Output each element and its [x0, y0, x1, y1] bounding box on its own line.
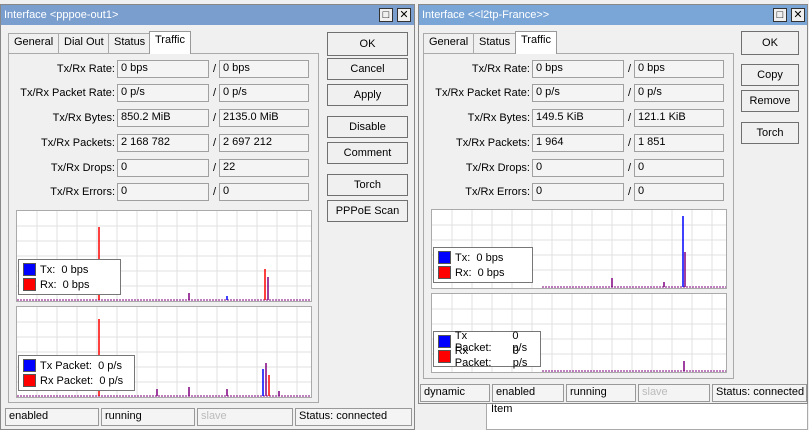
packet-graph: Tx Packet: 0 p/s Rx Packet: 0 p/s: [431, 293, 727, 373]
close-icon[interactable]: ✕: [397, 8, 411, 22]
row-label: Tx/Rx Errors:: [465, 186, 530, 198]
tab-traffic[interactable]: Traffic: [149, 31, 191, 54]
tx-packet-rate-field[interactable]: 0 p/s: [532, 84, 624, 102]
rx-packet-color-swatch: [438, 350, 451, 363]
cancel-button[interactable]: Cancel: [327, 58, 408, 80]
tx-errors-field[interactable]: 0: [117, 183, 209, 201]
graph-legend: Tx Packet: 0 p/s Rx Packet: 0 p/s: [433, 330, 541, 369]
torch-button[interactable]: Torch: [327, 174, 408, 196]
disable-button[interactable]: Disable: [327, 116, 408, 138]
rx-packets-field[interactable]: 1 851: [634, 134, 724, 152]
row-label: Tx/Rx Bytes:: [52, 112, 115, 124]
tx-drops-field[interactable]: 0: [532, 159, 624, 177]
status-slave: slave: [197, 408, 293, 426]
tx-packet-color-swatch: [438, 335, 451, 348]
interface-window-pppoe: Interface <pppoe-out1> □ ✕ General Dial …: [0, 4, 415, 430]
comment-button[interactable]: Comment: [327, 142, 408, 164]
tx-rate-field[interactable]: 0 bps: [117, 60, 209, 78]
row-label: Tx/Rx Bytes:: [467, 112, 530, 124]
status-enabled: enabled: [492, 384, 564, 402]
window-title: Interface <<l2tp-France>>: [422, 9, 550, 21]
rx-bytes-field[interactable]: 121.1 KiB: [634, 109, 724, 127]
packet-graph: Tx Packet: 0 p/s Rx Packet: 0 p/s: [16, 306, 312, 398]
row-label: Tx/Rx Packets:: [41, 137, 115, 149]
tx-bytes-field[interactable]: 850.2 MiB: [117, 109, 209, 127]
traffic-graph: Tx: 0 bps Rx: 0 bps: [431, 209, 727, 289]
tx-color-swatch: [23, 263, 36, 276]
status-running: running: [101, 408, 195, 426]
status-connected: Status: connected: [712, 384, 807, 402]
status-slave: slave: [638, 384, 710, 402]
tab-status[interactable]: Status: [473, 33, 517, 53]
rx-packet-color-swatch: [23, 374, 36, 387]
background-list-item: Item: [486, 400, 808, 430]
ok-button[interactable]: OK: [741, 31, 799, 55]
rx-packet-rate-field[interactable]: 0 p/s: [219, 84, 309, 102]
tab-traffic[interactable]: Traffic: [515, 31, 557, 54]
rx-errors-field[interactable]: 0: [634, 183, 724, 201]
traffic-panel: Tx/Rx Rate: 0 bps / 0 bps Tx/Rx Packet R…: [423, 53, 734, 379]
rx-packets-field[interactable]: 2 697 212: [219, 134, 309, 152]
row-label: Tx/Rx Drops:: [465, 162, 530, 174]
tab-dial-out[interactable]: Dial Out: [58, 33, 110, 53]
tab-status[interactable]: Status: [108, 33, 152, 53]
torch-button[interactable]: Torch: [741, 122, 799, 144]
window-titlebar[interactable]: Interface <<l2tp-France>>: [419, 5, 807, 25]
status-connected: Status: connected: [295, 408, 412, 426]
remove-button[interactable]: Remove: [741, 90, 799, 112]
tx-packet-color-swatch: [23, 359, 36, 372]
row-label: Tx/Rx Packet Rate:: [20, 87, 115, 99]
tx-packets-field[interactable]: 2 168 782: [117, 134, 209, 152]
status-running: running: [566, 384, 636, 402]
tx-packet-rate-field[interactable]: 0 p/s: [117, 84, 209, 102]
rx-color-swatch: [23, 278, 36, 291]
tx-bytes-field[interactable]: 149.5 KiB: [532, 109, 624, 127]
ok-button[interactable]: OK: [327, 32, 408, 56]
graph-legend: Tx: 0 bps Rx: 0 bps: [18, 259, 121, 295]
apply-button[interactable]: Apply: [327, 84, 408, 106]
rx-rate-field[interactable]: 0 bps: [219, 60, 309, 78]
status-dynamic: dynamic: [420, 384, 490, 402]
traffic-panel: Tx/Rx Rate: 0 bps / 0 bps Tx/Rx Packet R…: [8, 53, 319, 403]
rx-packet-rate-field[interactable]: 0 p/s: [634, 84, 724, 102]
rx-drops-field[interactable]: 22: [219, 159, 309, 177]
row-label: Tx/Rx Errors:: [50, 186, 115, 198]
rx-drops-field[interactable]: 0: [634, 159, 724, 177]
maximize-icon[interactable]: □: [379, 8, 393, 22]
tx-packets-field[interactable]: 1 964: [532, 134, 624, 152]
interface-window-l2tp: Interface <<l2tp-France>> □ ✕ General St…: [418, 4, 808, 404]
row-label: Tx/Rx Drops:: [50, 162, 115, 174]
window-titlebar[interactable]: Interface <pppoe-out1>: [1, 5, 414, 25]
rx-rate-field[interactable]: 0 bps: [634, 60, 724, 78]
tx-rate-field[interactable]: 0 bps: [532, 60, 624, 78]
window-title: Interface <pppoe-out1>: [4, 9, 119, 21]
rx-bytes-field[interactable]: 2135.0 MiB: [219, 109, 309, 127]
tx-errors-field[interactable]: 0: [532, 183, 624, 201]
row-label: Tx/Rx Rate:: [471, 63, 530, 75]
graph-legend: Tx Packet: 0 p/s Rx Packet: 0 p/s: [18, 355, 135, 391]
traffic-graph: Tx: 0 bps Rx: 0 bps: [16, 210, 312, 302]
pppoe-scan-button[interactable]: PPPoE Scan: [327, 200, 408, 222]
tab-general[interactable]: General: [423, 33, 475, 53]
tx-drops-field[interactable]: 0: [117, 159, 209, 177]
copy-button[interactable]: Copy: [741, 64, 799, 86]
tab-general[interactable]: General: [8, 33, 60, 53]
rx-errors-field[interactable]: 0: [219, 183, 309, 201]
row-label: Tx/Rx Packet Rate:: [435, 87, 530, 99]
status-enabled: enabled: [5, 408, 99, 426]
row-label: Tx/Rx Packets:: [456, 137, 530, 149]
tx-color-swatch: [438, 251, 451, 264]
maximize-icon[interactable]: □: [773, 8, 787, 22]
close-icon[interactable]: ✕: [791, 8, 805, 22]
graph-legend: Tx: 0 bps Rx: 0 bps: [433, 247, 533, 283]
row-label: Tx/Rx Rate:: [56, 63, 115, 75]
rx-color-swatch: [438, 266, 451, 279]
